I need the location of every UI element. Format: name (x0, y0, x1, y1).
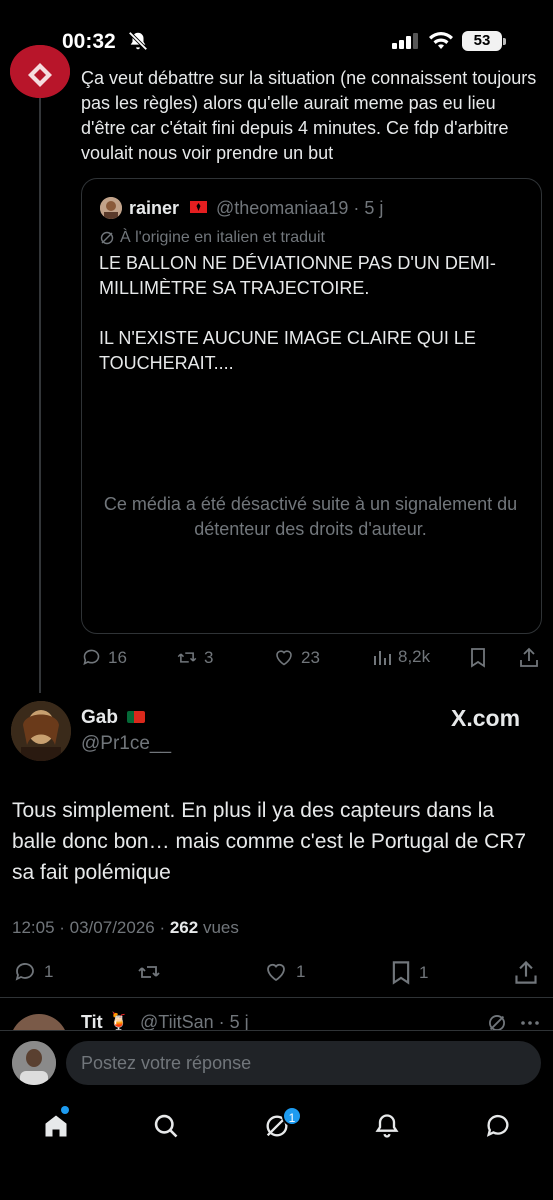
heart-icon (262, 960, 290, 984)
repost-icon (176, 647, 198, 668)
translate-icon (100, 231, 114, 245)
next-reply-name-text: Tit (81, 1012, 103, 1032)
parent-post-text: Ça veut débattre sur la situation (ne co… (81, 68, 537, 163)
repost-icon (135, 960, 163, 984)
wifi-icon (428, 31, 454, 51)
translated-note-text: À l'origine en italien et traduit (120, 229, 325, 246)
main-post-views-label: vues (198, 918, 239, 937)
tab-home[interactable] (38, 1108, 74, 1144)
views-chart-icon (372, 647, 392, 667)
home-notification-dot (61, 1106, 69, 1114)
media-disabled-message: Ce média a été désactivé suite à un sign… (103, 494, 518, 539)
main-bookmark-count: 1 (419, 962, 429, 982)
main-post-views-count: 262 (169, 918, 199, 937)
quoted-post-author-name[interactable]: rainer (129, 198, 179, 219)
main-post-text: Tous simplement. En plus il ya des capte… (12, 799, 527, 884)
main-bookmark-button[interactable]: 1 (389, 960, 428, 985)
main-post-handle[interactable]: @Pr1ce__ (81, 733, 171, 755)
current-user-avatar[interactable] (12, 1041, 56, 1085)
search-icon (152, 1112, 180, 1140)
like-button[interactable]: 23 (273, 647, 320, 668)
main-like-count: 1 (296, 962, 306, 981)
main-post-timestamp: 12:05 · 03/07/2026 · (12, 918, 170, 937)
share-icon (514, 960, 538, 985)
bookmark-icon (468, 647, 488, 668)
quoted-post-avatar[interactable] (100, 197, 122, 219)
reply-count: 16 (108, 647, 127, 667)
main-like-button[interactable]: 1 (262, 960, 305, 984)
reply-icon (81, 647, 102, 668)
quoted-post-text: LE BALLON NE DÉVIATIONNE PAS D'UN DEMI-M… (99, 253, 496, 373)
status-time: 00:32 (62, 30, 116, 53)
divider (0, 997, 553, 998)
quoted-post-handle-time: @theomaniaa19 · 5 j (216, 198, 384, 218)
main-reply-count: 1 (44, 962, 54, 981)
views-button[interactable]: 8,2k (372, 647, 430, 667)
like-count: 23 (301, 647, 320, 667)
repost-count: 3 (204, 647, 214, 667)
parent-post-avatar[interactable] (10, 45, 70, 98)
bookmark-icon (389, 960, 413, 985)
tab-messages[interactable] (480, 1108, 516, 1144)
portugal-flag-icon (127, 711, 145, 723)
main-post-meta: 12:05 · 03/07/2026 · 262 vues (12, 918, 239, 938)
messages-icon (484, 1112, 512, 1140)
translated-note: À l'origine en italien et traduit (100, 229, 325, 247)
battery-nub (503, 38, 506, 45)
main-post-author-name[interactable]: Gab (81, 707, 118, 729)
repost-button[interactable]: 3 (176, 647, 213, 668)
reply-icon (12, 960, 38, 984)
battery-indicator: 53 (462, 31, 502, 51)
albania-flag-icon (190, 201, 207, 213)
bell-icon (373, 1112, 401, 1140)
cocktail-emoji-icon: 🍹 (107, 1012, 131, 1032)
heart-icon (273, 647, 295, 668)
reply-input[interactable] (66, 1041, 541, 1085)
divider (0, 1030, 553, 1031)
reply-button[interactable]: 16 (81, 647, 127, 668)
grok-badge: 1 (282, 1106, 302, 1126)
main-share-button[interactable] (514, 960, 538, 985)
share-button[interactable] (519, 647, 539, 668)
main-reply-button[interactable]: 1 (12, 960, 53, 984)
tab-search[interactable] (148, 1108, 184, 1144)
bell-off-icon (127, 30, 149, 52)
main-repost-button[interactable] (135, 960, 163, 984)
main-post-avatar[interactable] (11, 701, 71, 761)
views-count: 8,2k (398, 647, 431, 666)
x-brand-watermark: X.com (451, 705, 521, 731)
thread-connector-line (39, 98, 41, 693)
cellular-signal-icon (392, 33, 420, 49)
bookmark-button[interactable] (468, 647, 488, 668)
share-icon (519, 647, 539, 668)
home-icon (42, 1112, 70, 1140)
tab-notifications[interactable] (369, 1108, 405, 1144)
